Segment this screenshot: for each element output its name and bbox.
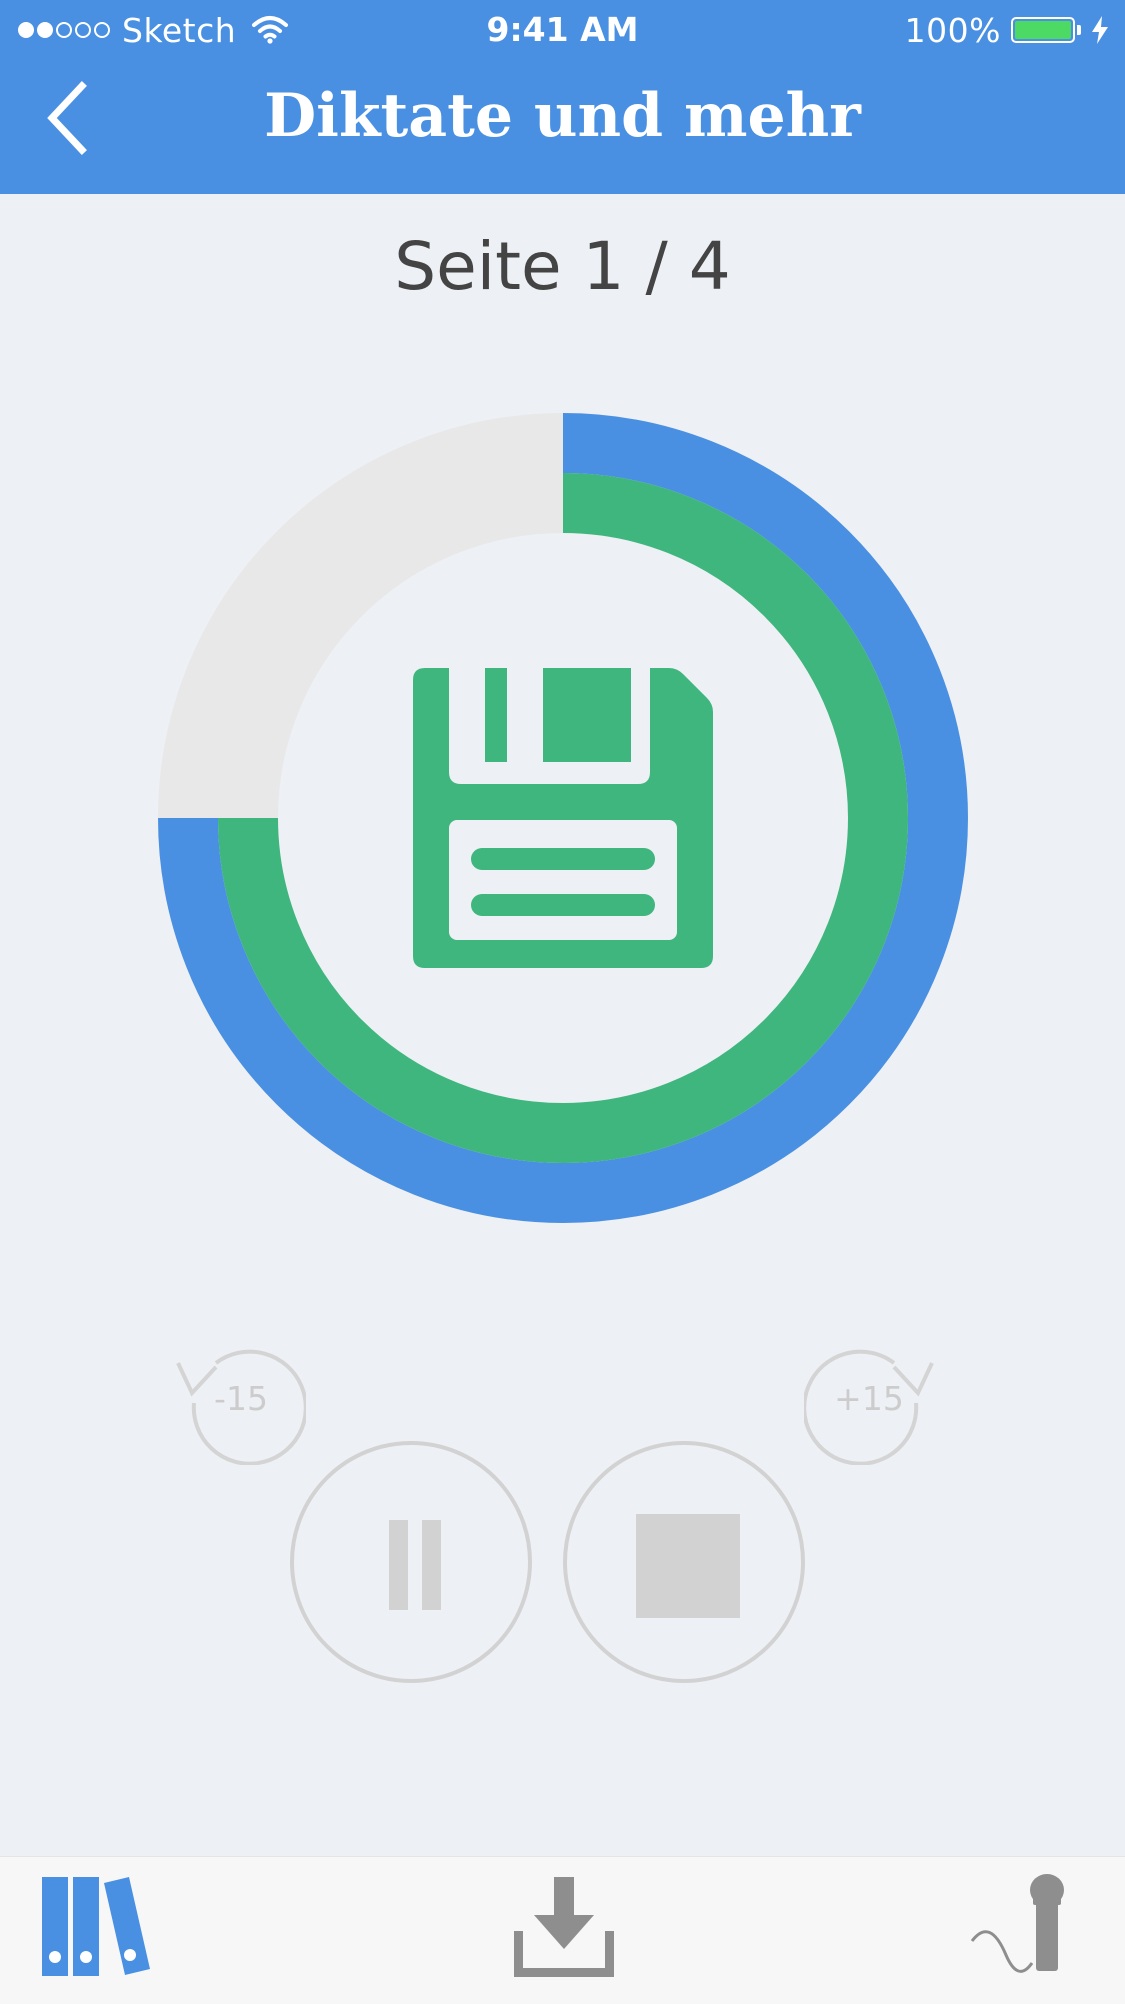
battery-icon <box>1011 17 1075 43</box>
pause-button[interactable] <box>290 1441 532 1683</box>
tab-bar <box>0 1856 1125 2004</box>
charging-bolt-icon <box>1092 16 1108 44</box>
forward-15-button[interactable]: +15 <box>804 1335 934 1465</box>
rewind-label: -15 <box>214 1379 268 1418</box>
battery-indicator: 100% <box>905 8 1111 52</box>
microphone-icon <box>970 1874 1064 1973</box>
rewind-15-button[interactable]: -15 <box>176 1335 306 1465</box>
stop-button[interactable] <box>563 1441 805 1683</box>
progress-ring <box>158 413 968 1223</box>
battery-level-fill <box>1015 21 1071 39</box>
navigation-header: Sketch 9:41 AM 100% Diktate und mehr <box>0 0 1125 194</box>
status-bar: Sketch 9:41 AM 100% <box>0 0 1125 60</box>
forward-label: +15 <box>834 1379 904 1418</box>
stop-icon <box>636 1514 740 1618</box>
floppy-disk-save-icon <box>413 668 713 968</box>
page-title: Diktate und mehr <box>264 81 861 151</box>
tab-record[interactable] <box>970 1873 1070 1983</box>
page-indicator: Seite 1 / 4 <box>394 228 731 305</box>
download-icon <box>513 1877 615 1978</box>
battery-percentage: 100% <box>904 10 1001 50</box>
tab-download[interactable] <box>513 1877 615 1978</box>
library-books-icon <box>42 1877 150 1976</box>
tab-library[interactable] <box>40 1877 160 1977</box>
